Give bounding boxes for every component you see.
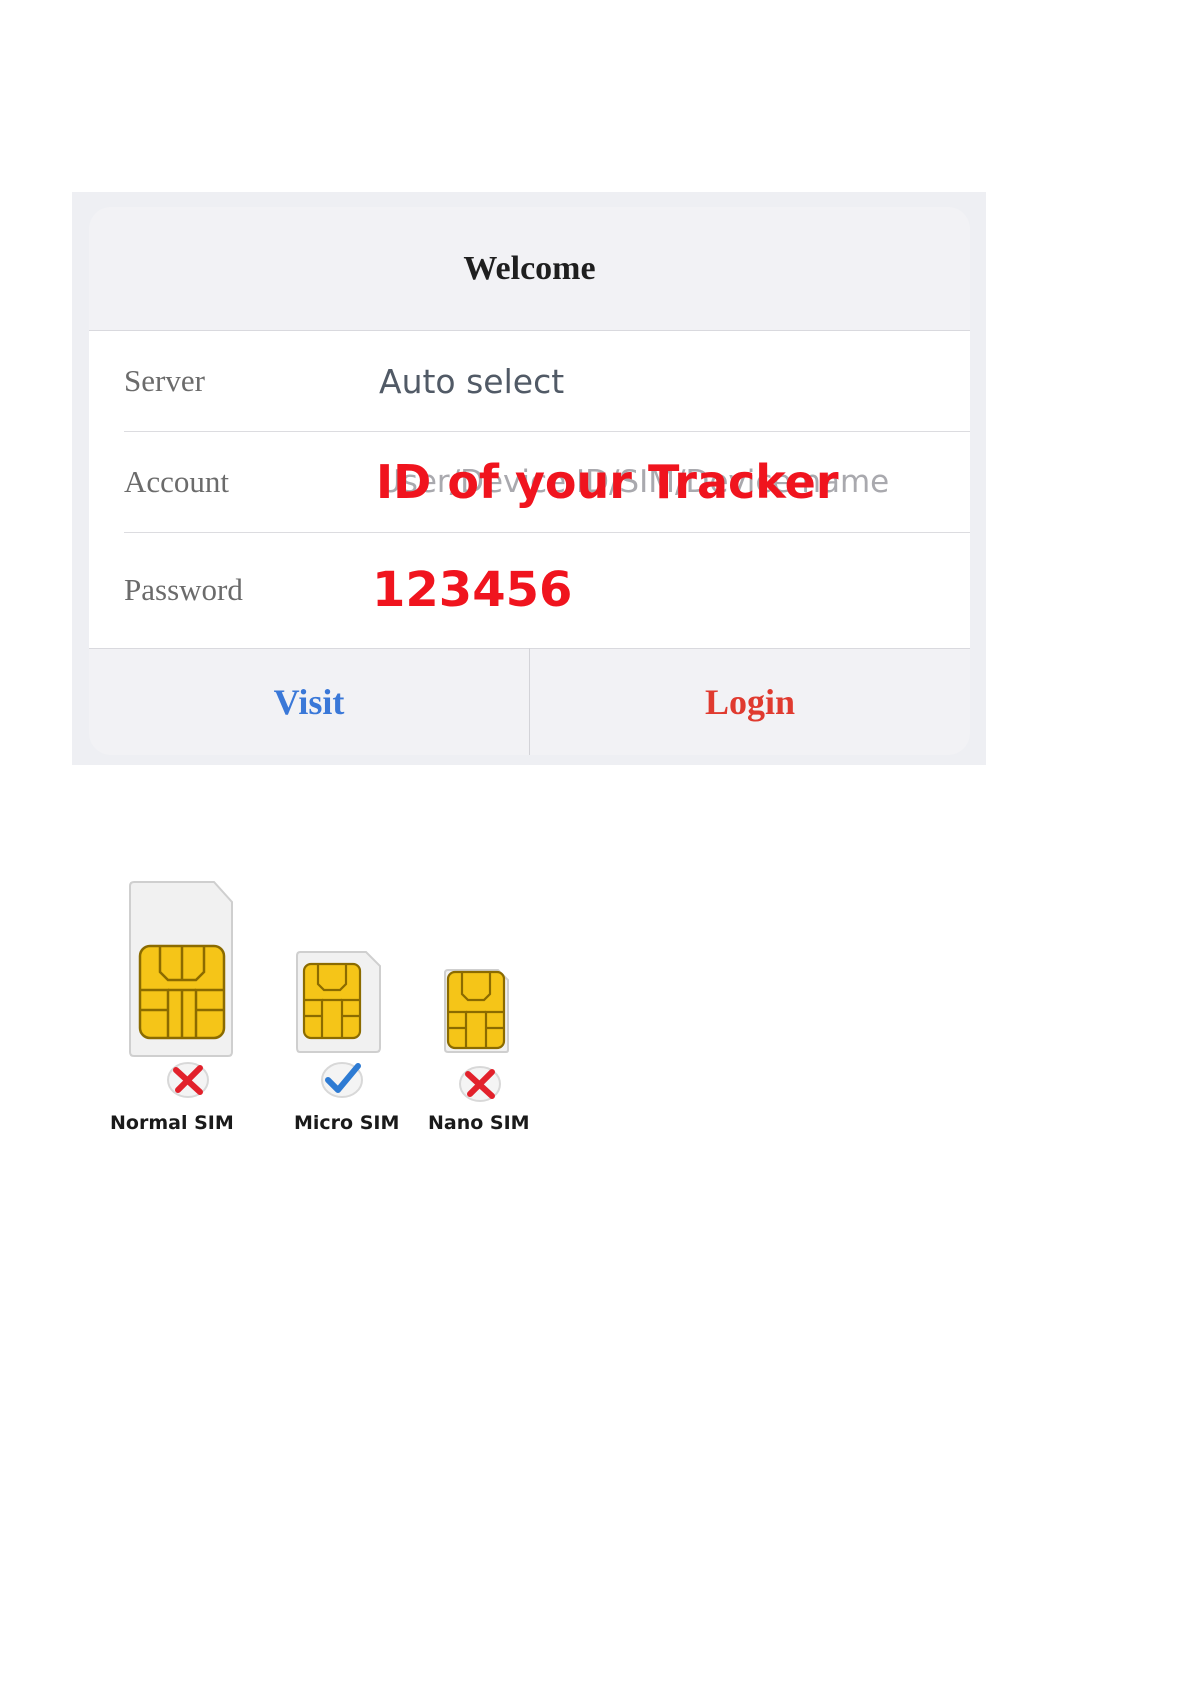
server-label: Server — [124, 363, 205, 398]
login-form: Server Auto select Account User/Device I… — [89, 330, 970, 649]
server-row[interactable]: Server Auto select — [124, 331, 970, 432]
nano-sim-card-icon — [444, 969, 509, 1053]
account-annotation: ID of your Tracker — [376, 455, 839, 509]
visit-button[interactable]: Visit — [89, 648, 530, 755]
cross-icon — [459, 1066, 501, 1102]
cross-icon — [167, 1062, 209, 1098]
nano-sim-label: Nano SIM — [428, 1112, 530, 1134]
dialog-title: Welcome — [463, 249, 596, 287]
normal-sim-card-icon — [129, 881, 233, 1057]
account-label: Account — [124, 464, 230, 499]
button-bar: Visit Login — [89, 648, 970, 755]
check-icon — [321, 1062, 363, 1098]
normal-sim-label: Normal SIM — [110, 1112, 234, 1134]
sim-size-guide: Normal SIM Micro SIM Nano SIM — [110, 880, 550, 1140]
login-button[interactable]: Login — [530, 648, 970, 755]
account-row: Account User/Device ID/SIM/Device name I… — [124, 432, 970, 533]
micro-sim-card-icon — [296, 951, 381, 1053]
micro-sim-label: Micro SIM — [294, 1112, 400, 1134]
password-row: Password 123456 — [124, 540, 970, 640]
password-label: Password — [124, 572, 243, 607]
login-screenshot: Welcome Server Auto select Account User/… — [72, 192, 986, 765]
login-dialog: Welcome Server Auto select Account User/… — [89, 207, 970, 755]
server-select[interactable]: Auto select — [379, 331, 564, 431]
password-annotation[interactable]: 123456 — [372, 540, 572, 640]
